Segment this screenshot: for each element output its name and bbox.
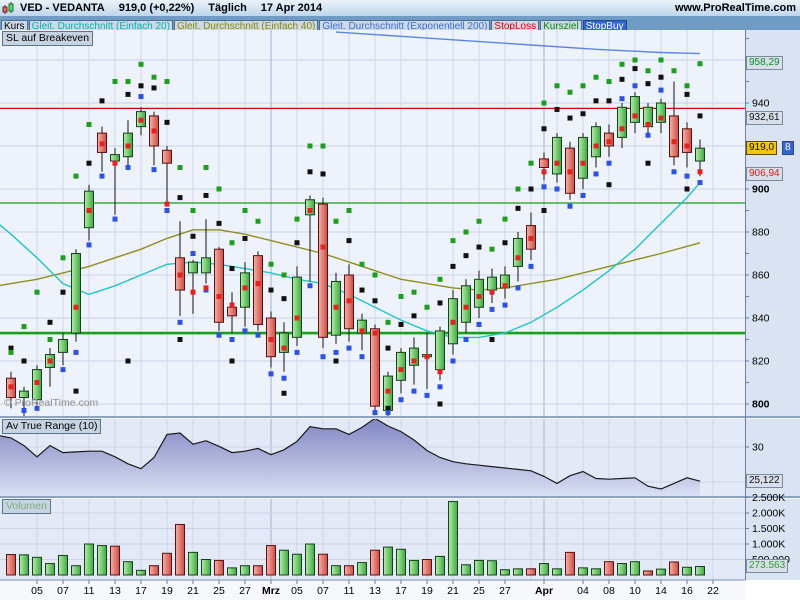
candle bbox=[695, 147, 705, 162]
candle bbox=[162, 149, 172, 164]
candle bbox=[669, 115, 679, 158]
level-932-badge: 932,61 bbox=[746, 111, 783, 125]
svg-text:2.500K: 2.500K bbox=[752, 492, 785, 504]
svg-text:Mrz: Mrz bbox=[262, 585, 280, 597]
svg-text:30: 30 bbox=[752, 442, 764, 454]
candle bbox=[435, 330, 445, 371]
svg-text:07: 07 bbox=[317, 585, 329, 597]
svg-text:10: 10 bbox=[629, 585, 641, 597]
svg-text:14: 14 bbox=[655, 585, 667, 597]
svg-text:27: 27 bbox=[499, 585, 511, 597]
svg-text:900: 900 bbox=[752, 184, 770, 196]
svg-text:25: 25 bbox=[473, 585, 485, 597]
svg-text:11: 11 bbox=[344, 585, 355, 597]
candle bbox=[474, 278, 484, 308]
svg-text:07: 07 bbox=[57, 585, 69, 597]
svg-text:820: 820 bbox=[752, 356, 770, 368]
candle bbox=[487, 276, 497, 291]
candle bbox=[617, 106, 627, 138]
svg-text:860: 860 bbox=[752, 270, 770, 282]
candle bbox=[214, 248, 224, 323]
volume-value-badge: 273.563 bbox=[746, 559, 789, 573]
svg-text:05: 05 bbox=[291, 585, 303, 597]
stoploss-badge: 906,94 bbox=[746, 167, 783, 181]
svg-text:25: 25 bbox=[213, 585, 225, 597]
sl-breakeven-chip[interactable]: SL auf Breakeven bbox=[2, 31, 94, 46]
svg-text:Apr: Apr bbox=[535, 585, 553, 597]
candle bbox=[513, 237, 523, 267]
candle bbox=[71, 253, 81, 334]
candle bbox=[201, 257, 211, 274]
svg-text:800: 800 bbox=[752, 399, 770, 411]
svg-text:13: 13 bbox=[109, 585, 121, 597]
candle bbox=[110, 154, 120, 162]
svg-text:1.500K: 1.500K bbox=[752, 523, 785, 535]
svg-text:19: 19 bbox=[161, 585, 173, 597]
svg-text:21: 21 bbox=[187, 585, 199, 597]
svg-text:13: 13 bbox=[369, 585, 381, 597]
candle bbox=[396, 351, 406, 381]
candle bbox=[552, 136, 562, 175]
kursziel-badge: 958,29 bbox=[746, 56, 783, 70]
last-price-badge: 919,0 bbox=[746, 141, 778, 155]
stopbuy-badge: 8 bbox=[782, 141, 794, 155]
atr-indicator-label[interactable]: Av True Range (10) bbox=[2, 419, 102, 434]
candle bbox=[318, 203, 328, 338]
svg-text:940: 940 bbox=[752, 98, 770, 110]
svg-text:880: 880 bbox=[752, 227, 770, 239]
svg-text:16: 16 bbox=[681, 585, 693, 597]
svg-text:22: 22 bbox=[707, 585, 719, 597]
candle bbox=[58, 339, 68, 353]
svg-text:19: 19 bbox=[421, 585, 433, 597]
svg-text:11: 11 bbox=[84, 585, 95, 597]
candle bbox=[682, 128, 692, 153]
svg-text:08: 08 bbox=[603, 585, 615, 597]
watermark: © ProRealTime.com bbox=[4, 397, 99, 409]
chart-svg[interactable]: 960940900880860840820800302.500K2.000K1.… bbox=[0, 0, 800, 600]
svg-text:2.000K: 2.000K bbox=[752, 508, 785, 520]
svg-text:27: 27 bbox=[239, 585, 251, 597]
candle bbox=[292, 276, 302, 338]
candle bbox=[539, 158, 549, 168]
candle bbox=[227, 306, 237, 317]
volume-indicator-label[interactable]: Volumen bbox=[2, 499, 51, 514]
svg-text:17: 17 bbox=[135, 585, 147, 597]
svg-text:840: 840 bbox=[752, 313, 770, 325]
candle bbox=[461, 285, 471, 323]
candle bbox=[188, 261, 198, 274]
candle bbox=[591, 126, 601, 158]
svg-text:04: 04 bbox=[577, 585, 589, 597]
svg-text:21: 21 bbox=[447, 585, 459, 597]
candle bbox=[253, 255, 263, 325]
pane-backgrounds bbox=[0, 30, 800, 600]
candle bbox=[630, 96, 640, 123]
svg-text:17: 17 bbox=[395, 585, 407, 597]
svg-text:1.000K: 1.000K bbox=[752, 539, 785, 551]
candle bbox=[370, 328, 380, 407]
candle bbox=[578, 136, 588, 179]
svg-text:05: 05 bbox=[31, 585, 43, 597]
atr-value-badge: 25,122 bbox=[746, 474, 783, 488]
prorealtime-window: VED - VEDANTA 919,0 (+0,22%) Täglich 17 … bbox=[0, 0, 800, 600]
